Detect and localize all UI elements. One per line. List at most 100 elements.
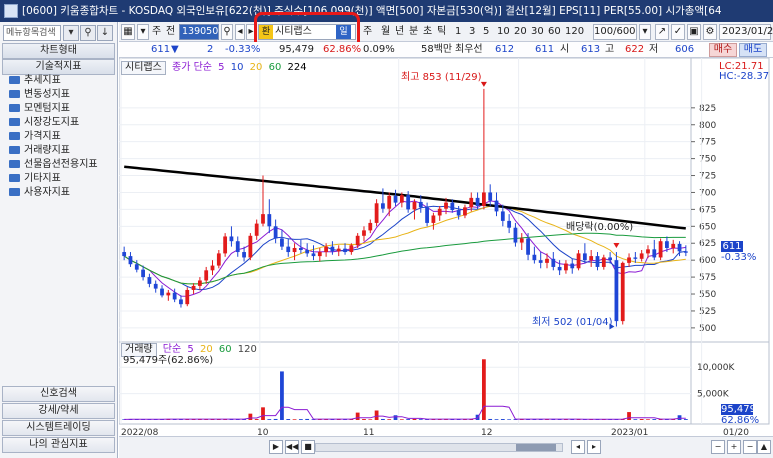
tab-tick[interactable]: 틱 <box>437 24 446 40</box>
tree-item[interactable]: 모멘텀지표 <box>3 102 115 116</box>
search-icon[interactable]: ⚲ <box>221 24 233 40</box>
candle-body <box>336 248 341 252</box>
volume-bar <box>298 419 303 420</box>
folder-icon <box>9 132 20 140</box>
volume-tick-label: 10,000K <box>697 363 735 373</box>
period-label[interactable]: 주 <box>152 24 161 40</box>
scroll-left-icon[interactable]: ◂ <box>571 440 585 454</box>
down-arrow-icon[interactable]: ↓ <box>97 25 113 41</box>
candle-body <box>627 257 631 263</box>
tree-item[interactable]: 변동성지표 <box>3 88 115 102</box>
interval-10[interactable]: 10 <box>497 24 510 40</box>
minus-icon[interactable]: − <box>743 440 757 454</box>
link-icon[interactable]: ↗ <box>655 24 669 40</box>
candle-body <box>658 241 663 258</box>
candle-body <box>362 230 366 236</box>
tab-month[interactable]: 월 <box>381 24 390 40</box>
price-legend: 시티랩스 종가 단순 5 10 20 60 224 <box>121 61 310 75</box>
tree-item[interactable]: 추세지표 <box>3 74 115 88</box>
tree-item[interactable]: 시장강도지표 <box>3 116 115 130</box>
folder-icon <box>9 160 20 168</box>
sell-button[interactable]: 매도 <box>739 43 767 57</box>
legend-ma-60: 60 <box>268 62 282 73</box>
search-icon[interactable]: ⚲ <box>80 25 96 41</box>
interval-30[interactable]: 30 <box>531 24 544 40</box>
buy-button[interactable]: 매수 <box>709 43 737 57</box>
volume-bar <box>412 418 417 420</box>
candle-body <box>450 202 455 211</box>
volume-bar <box>261 407 265 420</box>
signal-search-button[interactable]: 신호검색 <box>2 386 115 402</box>
up-icon[interactable]: ▲ <box>757 440 771 454</box>
candle-body <box>406 195 411 210</box>
rewind-icon[interactable]: ◀◀ <box>285 440 299 454</box>
tree-item[interactable]: 가격지표 <box>3 130 115 144</box>
chart-scrollbar[interactable] <box>315 443 563 452</box>
menu-search-input[interactable]: 메뉴항목검색 <box>3 25 61 41</box>
volume-bar <box>393 415 398 420</box>
volume-bar <box>305 418 310 420</box>
stop-icon[interactable]: ■ <box>301 440 315 454</box>
candle-body <box>538 260 543 263</box>
change-arrow: ▼ <box>171 44 179 55</box>
tree-item[interactable]: 거래량지표 <box>3 144 115 158</box>
volume-bar <box>507 419 512 420</box>
zoom-out-icon[interactable]: − <box>711 440 725 454</box>
scroll-right-icon[interactable]: ▸ <box>587 440 601 454</box>
period-label-2[interactable]: 전 <box>166 24 175 40</box>
prev-icon[interactable]: ◂ <box>235 24 245 40</box>
candle-body <box>614 260 619 322</box>
turnover-percent: 0.09% <box>363 44 395 55</box>
play-icon[interactable]: ▶ <box>269 440 283 454</box>
date-input[interactable]: 2023/01/20 <box>719 24 773 40</box>
stock-code-input[interactable]: 139050 <box>179 24 219 40</box>
candle-body <box>317 252 322 257</box>
tab-minute[interactable]: 분 <box>409 24 418 40</box>
chevron-down-icon[interactable]: ▾ <box>639 24 651 40</box>
candle-body <box>122 252 127 257</box>
sidebar: 메뉴항목검색 ▾ ⚲ ↓ 차트형태 기술적지표 추세지표 변동성지표 모멘텀지표… <box>0 22 118 458</box>
tab-second[interactable]: 초 <box>423 24 432 40</box>
tab-week[interactable]: 주 <box>363 24 372 40</box>
tree-item[interactable]: 선물옵션전용지표 <box>3 158 115 172</box>
x-tick-label: 11 <box>363 428 374 436</box>
candle-body <box>671 243 676 248</box>
interval-20[interactable]: 20 <box>514 24 527 40</box>
grid-icon[interactable]: ▦ <box>121 24 135 40</box>
zoom-in-icon[interactable]: + <box>727 440 741 454</box>
chart-canvas[interactable]: 8258007757507257006756506256005755505255… <box>119 58 773 436</box>
save-icon[interactable]: ▣ <box>687 24 701 40</box>
system-trading-button[interactable]: 시스템트레이딩 <box>2 420 115 436</box>
chart-area[interactable]: 825 800 775 750 725 700 675 650 625 600 575 550 525 5… <box>119 58 773 458</box>
tree-item[interactable]: 사용자지표 <box>3 186 115 200</box>
legend-vol-ma-20: 20 <box>199 344 213 355</box>
interval-3[interactable]: 3 <box>469 24 475 40</box>
low-annotation: 최저 502 (01/04) <box>532 317 613 328</box>
volume-bar <box>677 415 682 420</box>
my-indicator-button[interactable]: 나의 관심지표 <box>2 437 115 453</box>
interval-120[interactable]: 120 <box>565 24 584 40</box>
volume-bar <box>254 419 259 420</box>
dropdown-icon[interactable]: ▾ <box>137 24 149 40</box>
chart-type-header[interactable]: 차트형태 <box>2 43 115 59</box>
interval-60[interactable]: 60 <box>548 24 561 40</box>
count-input[interactable]: 100/600 <box>593 24 637 40</box>
chart-toolbar: ▦ ▾ 주 전 139050 ⚲ ◂ ▸ 환 시티랩스 일 주 월 년 분 초 틱… <box>119 12 773 50</box>
indicator-header[interactable]: 기술적지표 <box>2 59 115 75</box>
candle-body <box>444 202 448 209</box>
gear-icon[interactable]: ⚙ <box>703 24 717 40</box>
dropdown-icon[interactable]: ▾ <box>63 25 79 41</box>
scroll-thumb[interactable] <box>516 444 556 451</box>
tab-year[interactable]: 년 <box>395 24 404 40</box>
interval-1[interactable]: 1 <box>455 24 461 40</box>
interval-5[interactable]: 5 <box>483 24 489 40</box>
folder-icon <box>9 146 20 154</box>
candle-body <box>494 200 499 212</box>
tree-item[interactable]: 기타지표 <box>3 172 115 186</box>
strength-button[interactable]: 강세/약세 <box>2 403 115 419</box>
title-bar: [0600] 키움종합차트 - KOSDAQ 외국인보유[622(천)] 주식수… <box>0 0 773 22</box>
candle-body <box>652 249 657 258</box>
folder-icon <box>9 90 20 98</box>
check-icon[interactable]: ✓ <box>671 24 685 40</box>
candle-body <box>267 214 272 227</box>
